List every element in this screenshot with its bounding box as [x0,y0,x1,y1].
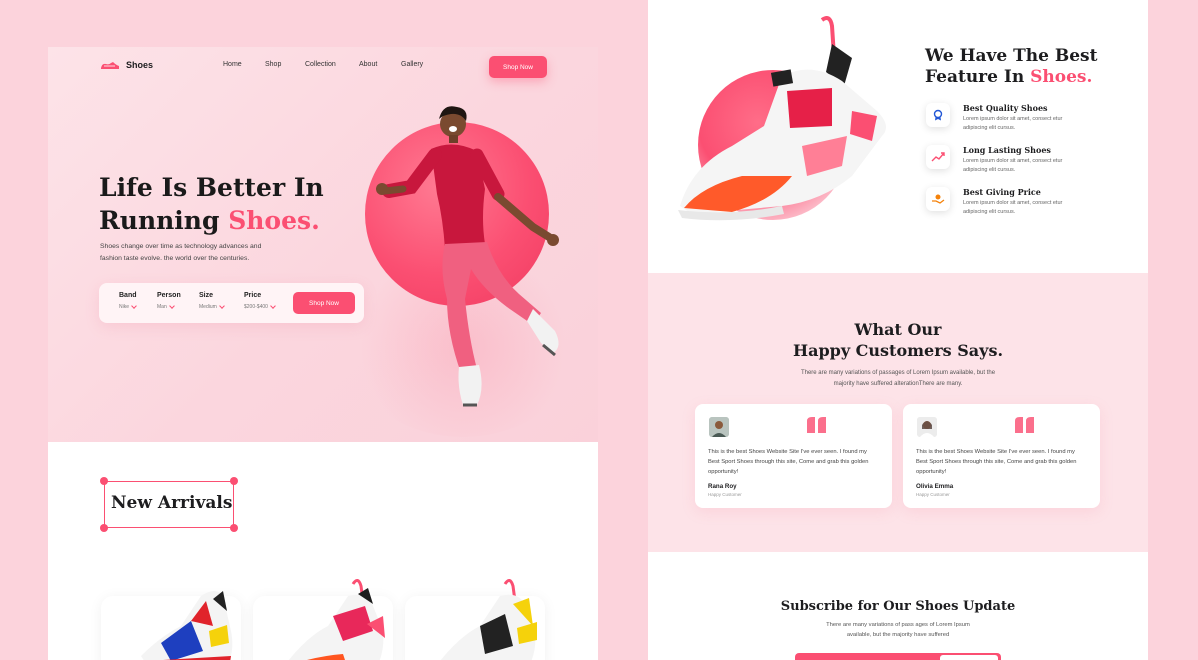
chevron-down-icon [131,303,137,309]
resize-handle[interactable] [100,524,108,532]
filter-shop-now-button[interactable]: Shop Now [293,292,355,314]
filter-size[interactable]: Size Medium [199,292,225,310]
testimonials-description: There are many variations of passages of… [800,370,996,387]
feature-title: Long Lasting Shoes [963,145,1051,155]
subscribe-title: Subscribe for Our Shoes Update [780,599,1016,614]
avatar [917,417,937,437]
filter-brand[interactable]: Band Nike [119,292,137,310]
testimonial-text: This is the best Shoes Website Site I've… [708,449,869,475]
award-icon [926,103,950,127]
nav-home[interactable]: Home [223,61,242,68]
customer-role: Happy Customer [916,492,950,497]
new-arrivals-title: New Arrivals [111,493,233,513]
subscribe-description: There are many variations of pass ages o… [826,622,970,638]
product-shoe-image [288,579,385,660]
chevron-down-icon [168,303,175,309]
features-title: We Have The Best Feature In Shoes. [925,46,1098,87]
shoe-logo-icon [101,62,119,69]
product-shoe-image [440,579,537,660]
quote-icon [807,417,826,433]
customer-name: Rana Roy [708,483,737,490]
testimonials-title: What Our Happy Customers Says. [792,320,1004,360]
price-hand-icon [926,187,950,211]
product-card[interactable] [253,579,393,660]
chevron-down-icon [218,303,225,309]
filter-price[interactable]: Price $200-$400 [244,292,276,310]
product-card[interactable] [405,579,545,660]
shoe-filter-bar: Band Nike Person Man Size Medium Price $… [99,283,364,323]
new-arrivals-heading-box: New Arrivals [100,477,238,532]
chevron-down-icon [270,303,276,309]
feature-title: Best Quality Shoes [963,103,1048,113]
brand-name: Shoes [126,60,154,70]
nav-shop-now-button[interactable]: Shop Now [489,56,547,78]
subscribe-button[interactable] [940,655,998,660]
hero-title: Life Is Better In Running Shoes. [99,171,324,237]
hero-description: Shoes change over time as technology adv… [100,243,262,262]
brand-logo[interactable]: Shoes [100,60,153,70]
feature-item: Best Giving Price Lorem ipsum dolor sit … [926,187,1126,221]
avatar [709,417,729,437]
nav-shop[interactable]: Shop [265,61,281,68]
filter-person[interactable]: Person Man [157,292,181,310]
feature-title: Best Giving Price [963,187,1041,197]
features-section: We Have The Best Feature In Shoes. Best … [648,0,1148,273]
testimonial-text: This is the best Shoes Website Site I've… [916,449,1077,475]
resize-handle[interactable] [100,477,108,485]
subscribe-section: Subscribe for Our Shoes Update There are… [648,552,1148,660]
feature-desc: Lorem ipsum dolor sit amet, consect etur… [963,116,1063,131]
nav-gallery[interactable]: Gallery [401,61,423,68]
nav-about[interactable]: About [359,61,377,68]
hero-section: Shoes Home Shop Collection About Gallery… [48,47,598,442]
nav-collection[interactable]: Collection [305,61,336,68]
testimonial-card: This is the best Shoes Website Site I've… [695,404,892,508]
landing-page-right: We Have The Best Feature In Shoes. Best … [648,0,1148,660]
testimonial-card: This is the best Shoes Website Site I've… [903,404,1100,508]
product-card[interactable] [101,591,241,660]
customer-name: Olivia Emma [916,483,954,490]
landing-page-left: Shoes Home Shop Collection About Gallery… [48,47,598,660]
product-shoe-image [141,591,233,660]
customer-role: Happy Customer [708,492,742,497]
jumping-man-image [376,106,559,407]
feature-desc: Lorem ipsum dolor sit amet, consect etur… [963,200,1063,215]
resize-handle[interactable] [230,477,238,485]
quote-icon [1015,417,1034,433]
testimonials-section: What Our Happy Customers Says. There are… [648,273,1148,552]
feature-item: Best Quality Shoes Lorem ipsum dolor sit… [926,103,1126,137]
trend-up-icon [926,145,950,169]
hero-title-line2: Running Shoes. [99,206,320,235]
feature-item: Long Lasting Shoes Lorem ipsum dolor sit… [926,145,1126,179]
feature-shoe-image [678,16,886,221]
hero-title-line1: Life Is Better In [99,173,324,202]
resize-handle[interactable] [230,524,238,532]
feature-desc: Lorem ipsum dolor sit amet, consect etur… [963,158,1063,173]
